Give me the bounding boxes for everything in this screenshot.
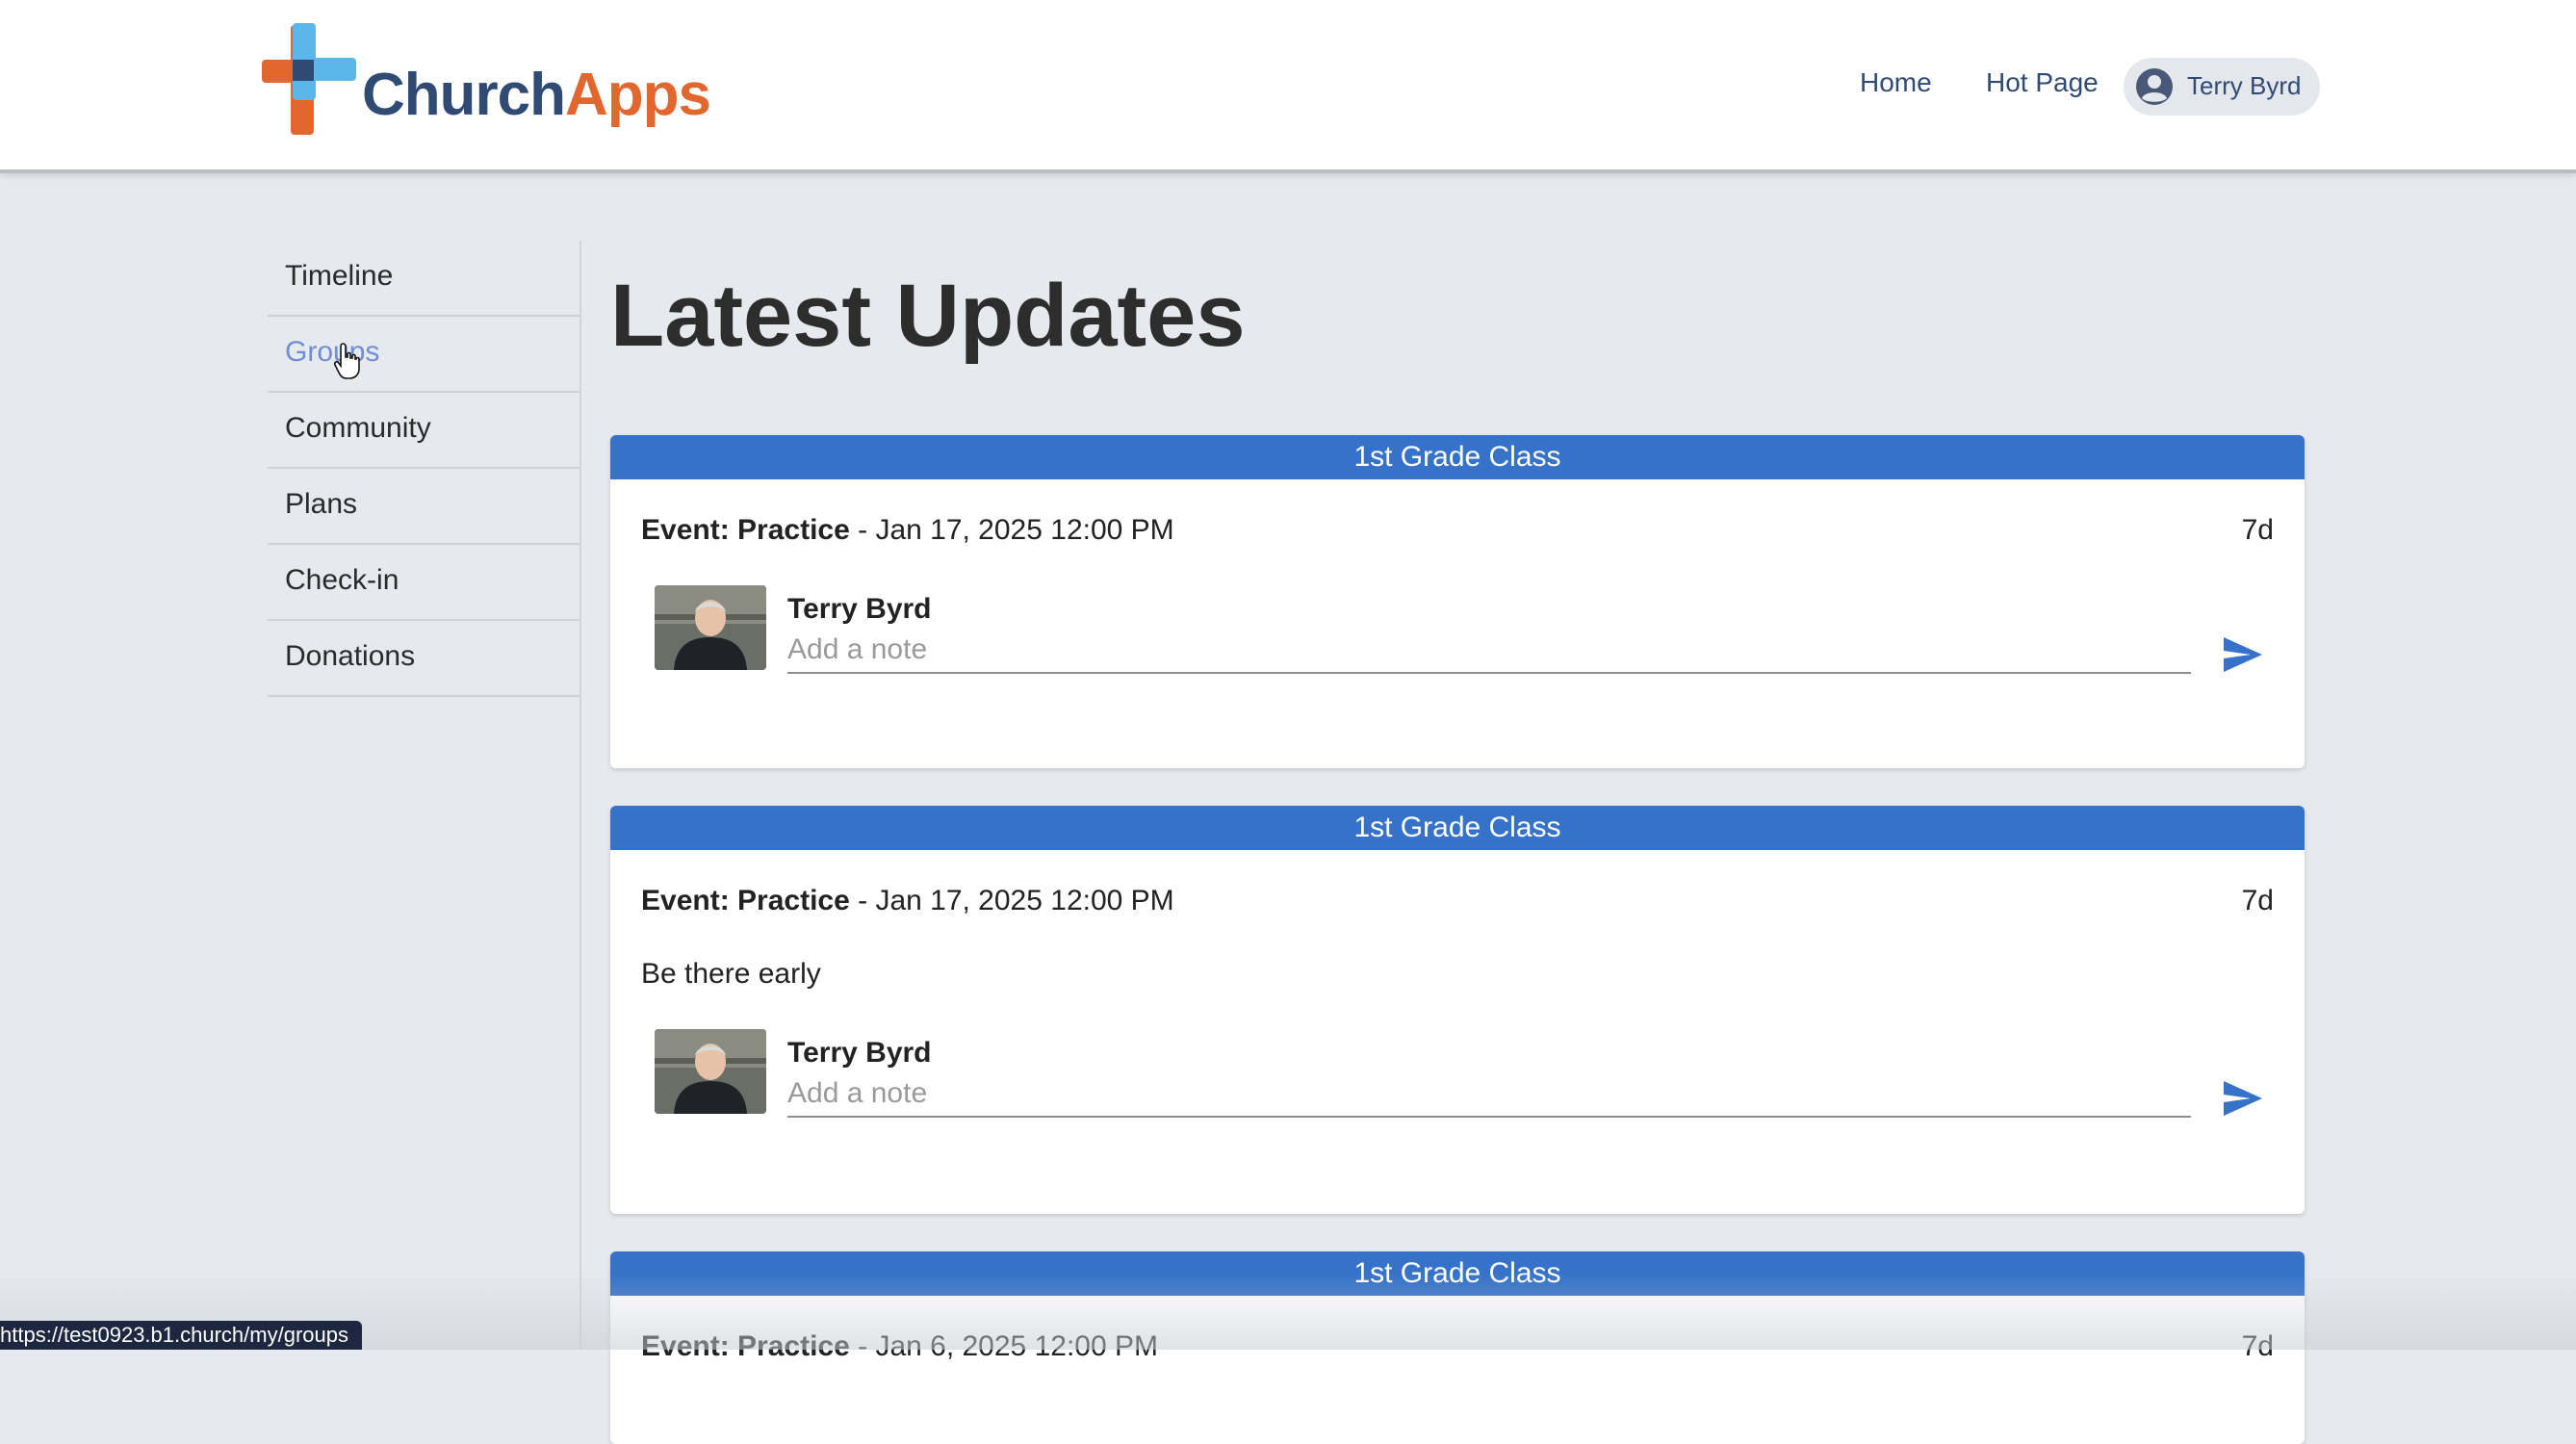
send-icon[interactable] (2222, 1079, 2264, 1118)
note-composer: Terry Byrd (655, 585, 2291, 701)
event-date: - Jan 17, 2025 12:00 PM (849, 885, 1174, 916)
author-photo (655, 585, 766, 670)
add-note-input[interactable] (787, 1071, 2191, 1118)
logo-text-apps: Apps (565, 62, 711, 128)
author-photo (655, 1029, 766, 1114)
nav-hot-page-link[interactable]: Hot Page (1986, 69, 2099, 96)
cross-logo-icon (262, 23, 356, 135)
nav-home-link[interactable]: Home (1860, 69, 1932, 96)
sidebar-item-community[interactable]: Community (268, 393, 580, 469)
update-card: 1st Grade Class Event: Practice - Jan 6,… (610, 1251, 2305, 1444)
event-line: Event: Practice - Jan 6, 2025 12:00 PM (641, 1332, 1158, 1361)
note-composer: Terry Byrd (655, 1029, 2291, 1145)
event-line: Event: Practice - Jan 17, 2025 12:00 PM (641, 887, 1174, 915)
event-title: Event: Practice (641, 1330, 850, 1362)
top-header: ChurchApps Home Hot Page Terry Byrd (0, 0, 2576, 173)
account-circle-icon (2136, 68, 2173, 105)
update-card: 1st Grade Class Event: Practice - Jan 17… (610, 806, 2305, 1214)
sidebar-item-check-in[interactable]: Check-in (268, 545, 580, 621)
event-title: Event: Practice (641, 885, 850, 916)
sidebar-nav: Timeline Groups Community Plans Check-in… (268, 241, 580, 697)
sidebar-item-plans[interactable]: Plans (268, 469, 580, 545)
card-group-header[interactable]: 1st Grade Class (610, 806, 2305, 850)
note-author-name: Terry Byrd (787, 593, 932, 625)
sidebar-item-label: Plans (285, 488, 358, 520)
card-group-header[interactable]: 1st Grade Class (610, 1251, 2305, 1296)
post-age: 7d (2241, 514, 2274, 546)
card-group-header[interactable]: 1st Grade Class (610, 435, 2305, 479)
sidebar-item-groups[interactable]: Groups (268, 317, 580, 393)
send-icon[interactable] (2222, 635, 2264, 674)
update-card: 1st Grade Class Event: Practice - Jan 17… (610, 435, 2305, 768)
page-title: Latest Updates (610, 267, 1246, 365)
user-menu-button[interactable]: Terry Byrd (2124, 58, 2320, 116)
sidebar-item-label: Donations (285, 640, 416, 672)
sidebar-item-label: Check-in (285, 564, 399, 596)
sidebar-item-timeline[interactable]: Timeline (268, 241, 580, 317)
sidebar-item-label: Timeline (285, 260, 394, 292)
event-date: - Jan 6, 2025 12:00 PM (849, 1330, 1158, 1362)
churchapps-logo[interactable]: ChurchApps (262, 23, 711, 139)
add-note-input[interactable] (787, 628, 2191, 674)
status-bar-url: https://test0923.b1.church/my/groups (0, 1321, 362, 1350)
sidebar-item-label: Community (285, 412, 431, 444)
post-age: 7d (2241, 1330, 2274, 1362)
event-title: Event: Practice (641, 514, 850, 546)
event-date: - Jan 17, 2025 12:00 PM (849, 514, 1174, 546)
sidebar-divider (580, 241, 581, 1350)
hand-cursor-icon (333, 343, 360, 379)
user-name: Terry Byrd (2187, 71, 2302, 100)
sidebar-item-donations[interactable]: Donations (268, 621, 580, 697)
event-description: Be there early (641, 958, 821, 990)
event-line: Event: Practice - Jan 17, 2025 12:00 PM (641, 516, 1174, 545)
note-author-name: Terry Byrd (787, 1037, 932, 1069)
logo-text-church: Church (362, 62, 566, 128)
post-age: 7d (2241, 885, 2274, 916)
